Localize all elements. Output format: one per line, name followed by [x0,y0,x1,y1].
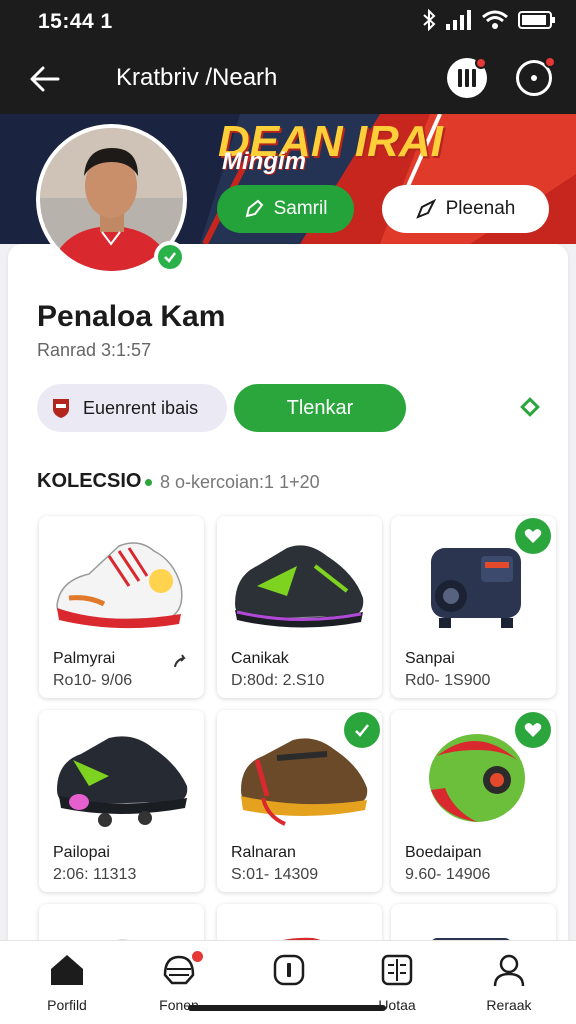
secondary-banner-button[interactable]: Pleenah [382,185,549,233]
bottom-nav: Porfild Fonen Uotaa Reraak [0,940,576,1024]
product-price: S:01- 14309 [231,866,319,883]
wifi-icon [482,10,508,29]
nav-item-info[interactable] [244,953,334,997]
tag-icon [245,199,263,218]
status-icons [422,9,556,31]
status-time: 15:44 1 [38,10,113,33]
dot-icon [531,75,537,81]
product-price: Rd0- 1S900 [405,672,491,689]
send-icon [415,199,436,219]
nav-item-profile[interactable]: Reraak [464,953,554,1013]
bluetooth-icon [423,9,436,31]
check-icon [164,252,176,263]
app-bar: Kratbriv /Nearh [0,44,576,114]
helmet-icon [163,955,195,985]
nav-label: Reraak [486,997,532,1013]
product-price: 2:06: 11313 [53,866,137,883]
check-icon [355,724,369,737]
secondary-banner-button-label: Pleenah [445,198,516,219]
team-chip[interactable]: Euenrent ibais [37,384,227,432]
product-image [57,736,188,827]
banner-subtitle: Mingim [222,148,306,175]
profile-name: Penaloa Kam [37,300,226,333]
back-button[interactable] [26,60,64,98]
battery-icon [518,11,555,29]
stats-icon-bar [472,69,476,87]
nav-item-scores[interactable]: Uotaa [352,953,442,1013]
product-tile[interactable]: Palmyrai Ro10- 9/06 [39,516,204,698]
home-icon [51,955,83,985]
product-name: Pailopai [53,844,110,861]
primary-banner-button[interactable]: Samril [217,185,354,233]
info-icon [273,954,305,986]
section-dot [145,479,152,486]
verified-badge [154,241,186,273]
section-title: KOLECSIO [37,470,142,492]
favorite-button[interactable] [515,518,551,554]
product-name: Boedaipan [405,844,482,861]
notification-dot [544,56,556,68]
product-price: Ro10- 9/06 [53,672,133,689]
add-button[interactable] [344,712,380,748]
nav-item-helmet[interactable]: Fonen [134,951,224,1013]
product-name: Canikak [231,650,289,667]
nav-item-home[interactable]: Porfild [22,953,112,1013]
stats-icon [458,69,462,87]
product-name: Ralnaran [231,844,296,861]
scoreboard-icon [381,954,413,986]
follow-button[interactable]: Tlenkar [234,384,406,432]
product-name: Palmyrai [53,650,116,667]
product-tile[interactable]: Canikak D:80d: 2.S10 [217,516,382,698]
heart-icon [524,723,542,737]
arrow-left-icon [30,66,60,92]
home-indicator [188,1005,386,1011]
team-crest-icon [53,399,69,418]
profile-subtitle: Ranrad 3:1:57 [37,340,152,360]
section-meta: 8 o-kercoian:1 1+20 [160,472,320,492]
signal-icon [446,10,471,30]
app-title: Kratbriv /Nearh [116,64,278,91]
person-icon [493,954,525,987]
product-image [56,542,183,629]
product-tile[interactable]: Pailopai 2:06: 11313 [39,710,204,892]
favorite-button[interactable] [515,712,551,748]
product-name: Sanpai [405,650,455,667]
nav-badge [192,951,203,962]
notification-dot [475,57,487,69]
product-price: 9.60- 14906 [405,866,491,883]
share-icon[interactable] [172,652,190,670]
follow-button-label: Tlenkar [286,396,354,419]
status-bar: 15:44 1 [0,0,576,44]
team-chip-label: Euenrent ibais [83,397,199,418]
product-price: D:80d: 2.S10 [231,672,325,689]
heart-icon [524,529,542,543]
nav-label: Porfild [47,997,87,1013]
primary-banner-button-label: Samril [273,198,328,219]
product-image [235,545,364,628]
stats-icon-bar [465,69,469,87]
